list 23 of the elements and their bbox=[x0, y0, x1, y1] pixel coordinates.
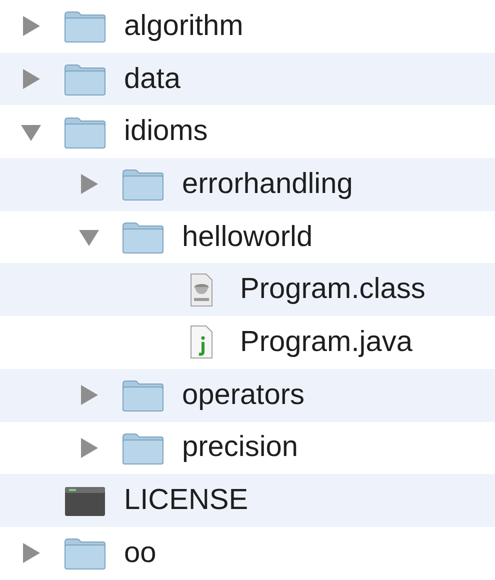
folder-icon bbox=[121, 378, 165, 412]
folder-name[interactable]: helloworld bbox=[182, 220, 313, 254]
folder-icon bbox=[121, 167, 165, 202]
disclosure-triangle[interactable] bbox=[78, 384, 100, 406]
folder-name[interactable]: precision bbox=[182, 431, 298, 464]
disclosure-triangle[interactable] bbox=[20, 542, 42, 564]
folder-icon bbox=[121, 430, 165, 465]
folder-name[interactable]: oo bbox=[124, 536, 156, 570]
folder-icon bbox=[121, 220, 165, 254]
file-name[interactable]: Program.java bbox=[240, 326, 412, 359]
folder-name[interactable]: operators bbox=[182, 378, 305, 412]
disclosure-triangle[interactable] bbox=[78, 173, 100, 196]
disclosure-triangle[interactable] bbox=[20, 15, 42, 38]
folder-name[interactable]: algorithm bbox=[124, 10, 244, 43]
file-name[interactable]: LICENSE bbox=[124, 484, 248, 518]
disclosure-triangle[interactable] bbox=[78, 436, 100, 459]
folder-name[interactable]: data bbox=[124, 62, 180, 96]
folder-name[interactable]: idioms bbox=[124, 115, 208, 148]
folder-icon bbox=[63, 536, 107, 570]
folder-icon bbox=[63, 9, 107, 44]
folder-icon bbox=[63, 62, 107, 96]
disclosure-triangle[interactable] bbox=[20, 68, 42, 90]
folder-icon bbox=[63, 114, 107, 149]
